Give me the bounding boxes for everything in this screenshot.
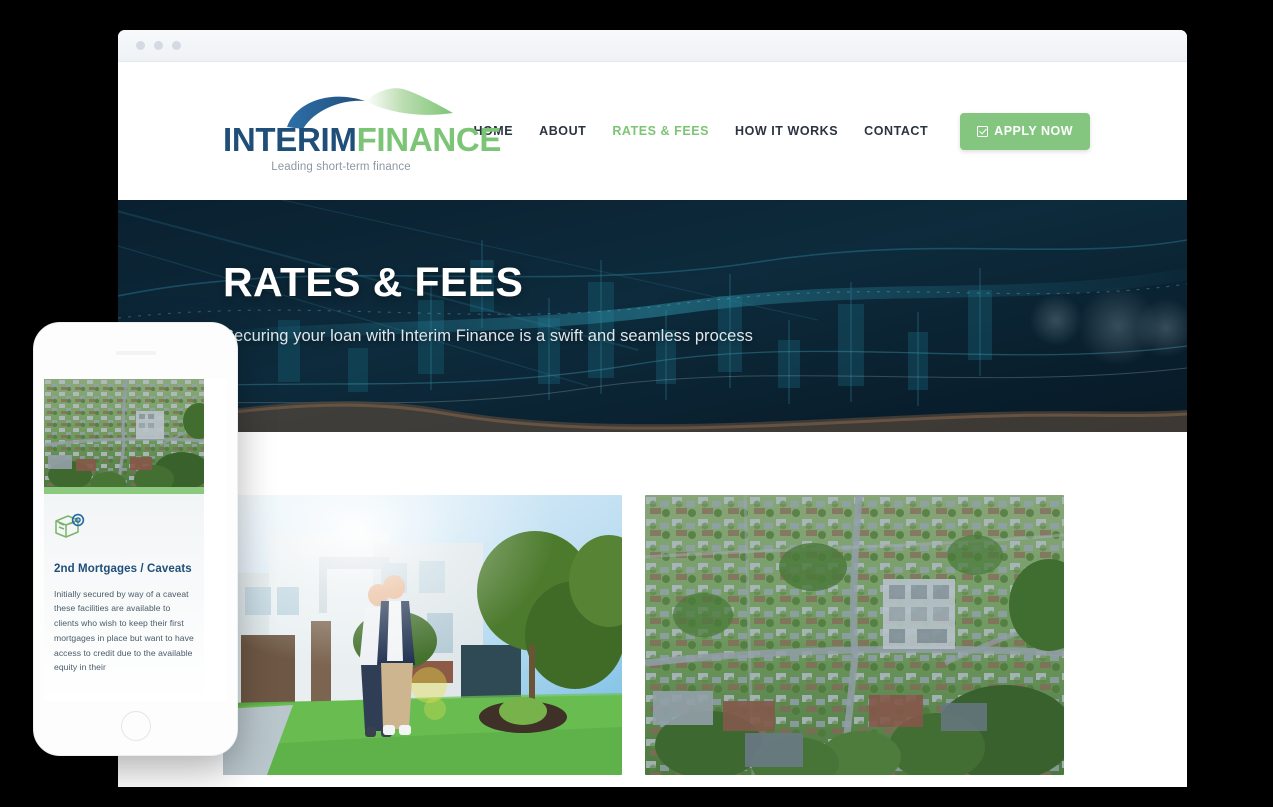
logo-word-secondary: FINANCE <box>356 121 502 158</box>
apply-now-label: APPLY NOW <box>994 124 1073 138</box>
logo-wordmark: INTERIMFINANCE <box>223 121 501 158</box>
image-card-row <box>223 495 1082 775</box>
site-logo[interactable]: INTERIMFINANCE Leading short-term financ… <box>223 85 501 177</box>
card-image-aerial-suburb[interactable] <box>645 495 1064 775</box>
phone-screen: 2nd Mortgages / Caveats Initially secure… <box>44 379 227 701</box>
site-header: INTERIMFINANCE Leading short-term financ… <box>118 62 1187 200</box>
page-title: RATES & FEES <box>223 259 524 305</box>
checkbox-icon <box>977 125 989 137</box>
mobile-feature-card: 2nd Mortgages / Caveats Initially secure… <box>44 379 227 701</box>
mobile-card-body: 2nd Mortgages / Caveats Initially secure… <box>44 494 204 701</box>
card-image-house-couple[interactable] <box>223 495 622 775</box>
aerial-suburb-photo-mobile <box>44 379 204 487</box>
window-dot-maximize[interactable] <box>172 41 181 50</box>
mobile-card-text: Initially secured by way of a caveat the… <box>54 588 194 673</box>
window-dot-minimize[interactable] <box>154 41 163 50</box>
browser-window: INTERIMFINANCE Leading short-term financ… <box>118 30 1187 787</box>
nav-item-how-it-works[interactable]: HOW IT WORKS <box>722 124 851 138</box>
mobile-card-accent-bar <box>44 487 204 494</box>
main-navigation: HOME ABOUT RATES & FEES HOW IT WORKS CON… <box>460 112 1090 150</box>
phone-mockup: 2nd Mortgages / Caveats Initially secure… <box>33 322 238 756</box>
phone-speaker <box>115 351 156 355</box>
hero-text-block: RATES & FEES Securing your loan with Int… <box>118 200 1187 346</box>
nav-item-contact[interactable]: CONTACT <box>851 124 941 138</box>
page-stage: INTERIMFINANCE Leading short-term financ… <box>0 0 1273 807</box>
hero-subtitle: Securing your loan with Interim Finance … <box>223 327 753 345</box>
logo-word-primary: INTERIM <box>223 121 357 158</box>
house-couple-photo <box>223 495 622 775</box>
mobile-card-photo <box>44 379 204 487</box>
content-section <box>118 432 1187 775</box>
document-seal-icon <box>55 513 85 538</box>
nav-item-about[interactable]: ABOUT <box>526 124 599 138</box>
phone-home-button[interactable] <box>120 711 151 741</box>
mobile-card-title: 2nd Mortgages / Caveats <box>54 563 192 575</box>
apply-now-button[interactable]: APPLY NOW <box>960 112 1090 150</box>
hero-banner: RATES & FEES Securing your loan with Int… <box>118 200 1187 432</box>
aerial-suburb-photo <box>645 495 1064 775</box>
nav-item-rates-fees[interactable]: RATES & FEES <box>599 124 722 138</box>
window-dot-close[interactable] <box>136 41 145 50</box>
logo-tagline: Leading short-term finance <box>271 161 411 173</box>
browser-titlebar <box>118 30 1187 62</box>
